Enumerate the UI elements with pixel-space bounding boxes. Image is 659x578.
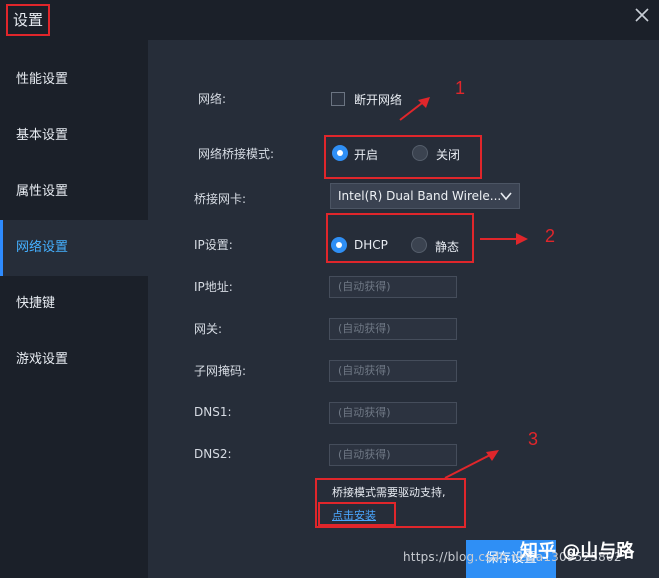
gateway-field[interactable]: (自动获得) (329, 318, 457, 340)
subnet-mask-label: 子网掩码: (194, 364, 247, 378)
annotation-number-2: 2 (545, 226, 556, 246)
sidebar-item-shortcuts[interactable]: 快捷键 (0, 276, 148, 332)
annotation-box-ip-setting (326, 213, 474, 263)
ip-setting-label: IP设置: (194, 238, 233, 252)
close-icon[interactable] (633, 6, 651, 24)
title-bar: 设置 (0, 0, 659, 40)
sidebar-item-network[interactable]: 网络设置 (0, 220, 148, 276)
network-label: 网络: (198, 92, 227, 106)
annotation-box-bridge-mode (324, 135, 482, 179)
ip-address-label: IP地址: (194, 280, 233, 294)
bridge-nic-select[interactable]: Intel(R) Dual Band Wirele... (330, 183, 520, 209)
disconnect-checkbox[interactable] (331, 92, 345, 106)
bridge-mode-label: 网络桥接模式: (198, 147, 275, 161)
disconnect-label[interactable]: 断开网络 (354, 91, 402, 108)
gateway-label: 网关: (194, 322, 223, 336)
annotation-arrow-2 (480, 233, 528, 245)
annotation-arrow-1 (399, 97, 430, 121)
bridge-nic-label: 桥接网卡: (194, 192, 247, 206)
sidebar-item-properties[interactable]: 属性设置 (0, 164, 148, 220)
bridge-nic-value: Intel(R) Dual Band Wirele... (338, 189, 502, 203)
dns1-label: DNS1: (194, 405, 232, 419)
ip-address-field[interactable]: (自动获得) (329, 276, 457, 298)
annotation-box-install-link (318, 502, 396, 526)
annotation-arrow-3 (444, 450, 499, 479)
sidebar-item-basic[interactable]: 基本设置 (0, 108, 148, 164)
chevron-down-icon (500, 192, 512, 201)
sidebar: 性能设置 基本设置 属性设置 网络设置 快捷键 游戏设置 (0, 40, 148, 578)
subnet-mask-field[interactable]: (自动获得) (329, 360, 457, 382)
watermark-brand: 知乎 @山与路 (520, 541, 635, 562)
annotation-number-1: 1 (455, 78, 466, 98)
dns2-label: DNS2: (194, 447, 232, 461)
dns2-field[interactable]: (自动获得) (329, 444, 457, 466)
annotation-number-3: 3 (528, 429, 539, 449)
sidebar-item-game[interactable]: 游戏设置 (0, 332, 148, 388)
sidebar-item-performance[interactable]: 性能设置 (0, 52, 148, 108)
dns1-field[interactable]: (自动获得) (329, 402, 457, 424)
window-title: 设置 (6, 4, 50, 36)
